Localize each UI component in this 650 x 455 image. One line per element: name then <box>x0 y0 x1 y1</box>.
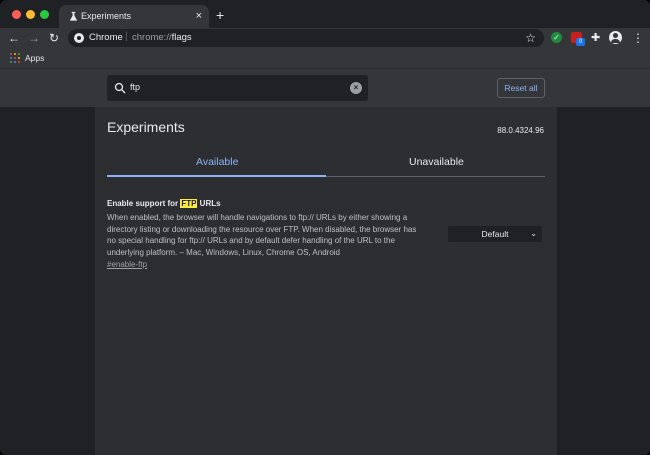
flag-description: When enabled, the browser will handle na… <box>107 213 417 257</box>
flag-name-prefix: Enable support for <box>107 199 181 208</box>
flag-state-value: Default <box>481 229 509 239</box>
flag-state-select[interactable]: Default ⌄ <box>448 226 542 242</box>
chrome-icon <box>74 33 84 43</box>
flag-name-suffix: URLs <box>197 199 221 208</box>
search-icon <box>114 82 126 94</box>
minimize-window-button[interactable] <box>26 10 35 19</box>
tab-unavailable[interactable]: Unavailable <box>409 156 464 168</box>
back-button[interactable]: ← <box>6 30 22 46</box>
toolbar: ← → ↻ Chrome | chrome://flags ☆ ✓ 0 ✚ ⋮ <box>0 28 650 48</box>
browser-window: Experiments × + ← → ↻ Chrome | chrome://… <box>0 0 650 455</box>
tab-title: Experiments <box>81 11 132 21</box>
flask-icon <box>69 11 78 21</box>
omnibox-site-name: Chrome <box>89 32 123 43</box>
search-highlight: FTP <box>180 199 198 208</box>
omnibox-separator: | <box>125 31 128 42</box>
address-bar[interactable]: Chrome | chrome://flags ☆ <box>68 29 544 47</box>
flag-permalink[interactable]: #enable-ftp <box>107 260 545 269</box>
tab-available[interactable]: Available <box>196 156 238 168</box>
active-tab-indicator <box>107 175 326 177</box>
reload-button[interactable]: ↻ <box>46 30 62 46</box>
apps-grid-icon[interactable] <box>10 53 20 63</box>
maximize-window-button[interactable] <box>40 10 49 19</box>
tab-close-icon[interactable]: × <box>196 9 202 23</box>
chevron-down-icon: ⌄ <box>530 229 537 238</box>
bookmarks-bar: Apps <box>0 48 650 69</box>
extension-check-icon[interactable]: ✓ <box>551 32 562 43</box>
flags-header: ftp × Reset all <box>0 69 650 107</box>
tab-strip: Experiments × + <box>0 0 650 28</box>
apps-bookmark[interactable]: Apps <box>25 53 44 63</box>
profile-avatar-icon[interactable] <box>609 31 622 44</box>
chrome-menu-icon[interactable]: ⋮ <box>632 30 644 46</box>
experiments-panel: Experiments 88.0.4324.96 Available Unava… <box>95 107 557 455</box>
close-window-button[interactable] <box>12 10 21 19</box>
search-query: ftp <box>130 82 141 92</box>
tab-experiments[interactable]: Experiments × <box>59 5 209 28</box>
omnibox-url: chrome://flags <box>132 32 192 43</box>
page-title: Experiments <box>107 119 185 135</box>
extension-badge: 0 <box>576 38 585 46</box>
page-body: Experiments 88.0.4324.96 Available Unava… <box>0 107 650 455</box>
flag-name: Enable support for FTP URLs <box>107 199 545 208</box>
extensions-puzzle-icon[interactable]: ✚ <box>591 30 600 46</box>
search-input[interactable]: ftp × <box>107 75 368 101</box>
omnibox-url-path: flags <box>171 32 192 43</box>
bookmark-star-icon[interactable]: ☆ <box>525 30 536 46</box>
version-label: 88.0.4324.96 <box>497 126 544 135</box>
omnibox-url-scheme: chrome:// <box>132 32 172 43</box>
new-tab-button[interactable]: + <box>216 6 224 24</box>
forward-button[interactable]: → <box>26 30 42 46</box>
reset-all-button[interactable]: Reset all <box>497 78 545 98</box>
clear-search-icon[interactable]: × <box>350 82 362 94</box>
flag-tabs: Available Unavailable <box>107 147 545 177</box>
